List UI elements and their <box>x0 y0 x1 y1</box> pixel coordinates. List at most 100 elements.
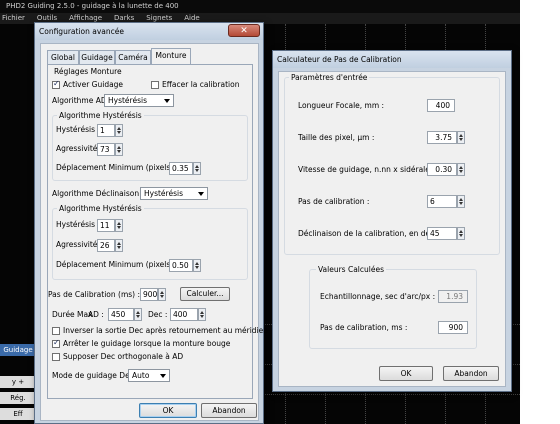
calibration-steps-label: Pas de calibration : <box>298 197 370 206</box>
max-duration-ra-stepper[interactable] <box>134 308 142 321</box>
app-left-controls: Guidage y + Rég. Eff <box>0 340 36 424</box>
dec-hysteresis-stepper[interactable] <box>115 219 123 232</box>
chevron-down-icon <box>160 374 166 378</box>
max-duration-dec-input[interactable]: 400 <box>170 308 198 321</box>
calibration-step-label: Pas de Calibration (ms) : <box>48 290 140 299</box>
dec-min-move-stepper[interactable] <box>193 259 201 272</box>
max-duration-label: Durée Max <box>52 310 93 319</box>
guide-label: Guidage <box>0 344 36 356</box>
computed-values-group: Valeurs Calculées Echantillonnage, sec d… <box>309 265 477 349</box>
ra-hysteresis-stepper[interactable] <box>115 124 123 137</box>
ra-aggressiveness-input[interactable]: 73 <box>97 143 115 156</box>
mount-settings-heading: Réglages Monture <box>54 67 122 76</box>
ra-algorithm-value: Hystérésis <box>108 96 147 105</box>
calibration-dec-input[interactable]: 45 <box>427 227 457 240</box>
tab-monture[interactable]: Monture <box>151 48 191 64</box>
dec-min-move-input[interactable]: 0.50 <box>169 259 193 272</box>
ra-group-title: Algorithme Hystérésis <box>57 111 144 120</box>
settings-button[interactable]: Rég. <box>0 392 36 404</box>
input-parameters-title: Paramètres d'entrée <box>289 73 370 82</box>
enable-guiding-label: Activer Guidage <box>63 80 124 89</box>
app-title-bar: PHD2 Guiding 2.5.0 - guidage à la lunett… <box>0 0 520 13</box>
dec-aggressiveness-input[interactable]: 26 <box>97 239 115 252</box>
dec-hysteresis-label: Hystérésis : <box>56 220 100 229</box>
ra-aggressiveness-stepper[interactable] <box>115 143 123 156</box>
dec-group-title: Algorithme Hystérésis <box>57 204 144 213</box>
pixel-size-stepper[interactable] <box>457 131 465 144</box>
calibration-step-stepper[interactable] <box>158 288 166 301</box>
y-plus-button[interactable]: y + <box>0 376 36 388</box>
config-tab-bar: Global Guidage Caméra Monture <box>47 48 253 64</box>
tab-camera[interactable]: Caméra <box>115 50 151 64</box>
ra-aggressiveness-label: Agressivité : <box>56 144 103 153</box>
max-duration-ra-input[interactable]: 450 <box>108 308 134 321</box>
calibration-calculator-dialog: Calculateur de Pas de Calibration Paramè… <box>272 50 512 392</box>
calc-client-area: Paramètres d'entrée Longueur Focale, mm … <box>278 71 506 387</box>
pixel-size-input[interactable]: 3.75 <box>427 131 457 144</box>
sampling-value: 1.93 <box>438 290 468 303</box>
calc-cancel-button[interactable]: Abandon <box>443 366 499 381</box>
monture-panel: Réglages Monture Activer Guidage Effacer… <box>47 64 268 399</box>
calibration-steps-input[interactable]: 6 <box>427 195 457 208</box>
sampling-label: Echantillonnage, sec d'arc/px : <box>320 292 436 301</box>
pixel-size-label: Taille des pixel, µm : <box>298 133 375 142</box>
clear-button[interactable]: Eff <box>0 408 36 420</box>
config-client-area: Global Guidage Caméra Monture Réglages M… <box>40 43 268 421</box>
config-title-bar: Configuration avancée ✕ <box>35 23 263 40</box>
focal-length-input[interactable]: 400 <box>427 99 455 112</box>
dec-algorithm-value: Hystérésis <box>144 189 183 198</box>
ra-min-move-stepper[interactable] <box>193 162 201 175</box>
calibration-step-input[interactable]: 900 <box>140 288 158 301</box>
dec-aggressiveness-label: Agressivité : <box>56 240 103 249</box>
ra-algorithm-label: Algorithme AD : <box>52 96 112 105</box>
chevron-down-icon <box>164 99 170 103</box>
assume-orthogonal-checkbox[interactable] <box>52 353 60 361</box>
invert-dec-checkbox[interactable] <box>52 327 60 335</box>
dec-mode-label: Mode de guidage Dec : <box>52 371 139 380</box>
step-ms-value: 900 <box>438 321 468 334</box>
config-title: Configuration avancée <box>39 27 124 36</box>
dec-algorithm-label: Algorithme Déclinaison : <box>52 189 145 198</box>
chevron-down-icon <box>198 192 204 196</box>
ra-hysteresis-input[interactable]: 1 <box>97 124 115 137</box>
dec-hysteresis-group: Algorithme Hystérésis Hystérésis : 11 Ag… <box>52 204 248 280</box>
computed-values-title: Valeurs Calculées <box>316 265 386 274</box>
calc-title-bar: Calculateur de Pas de Calibration <box>273 51 511 68</box>
step-ms-label: Pas de calibration, ms : <box>320 323 408 332</box>
max-duration-dec-stepper[interactable] <box>198 308 206 321</box>
dec-mode-select[interactable]: Auto <box>128 369 170 382</box>
ra-hysteresis-label: Hystérésis : <box>56 125 100 134</box>
advanced-config-dialog: Configuration avancée ✕ Global Guidage C… <box>34 22 268 424</box>
assume-orthogonal-label: Supposer Dec orthogonale à AD <box>63 352 184 361</box>
clear-calibration-label: Effacer la calibration <box>162 80 240 89</box>
dec-algorithm-select[interactable]: Hystérésis <box>140 187 208 200</box>
input-parameters-group: Paramètres d'entrée Longueur Focale, mm … <box>284 73 500 255</box>
calculate-button[interactable]: Calculer... <box>180 287 230 301</box>
invert-dec-label: Inverser la sortie Dec après retournemen… <box>63 326 269 335</box>
dec-mode-value: Auto <box>132 371 150 380</box>
tab-global[interactable]: Global <box>47 50 79 64</box>
clear-calibration-checkbox[interactable] <box>151 81 159 89</box>
dec-aggressiveness-stepper[interactable] <box>115 239 123 252</box>
close-icon[interactable]: ✕ <box>228 24 260 37</box>
ra-algorithm-select[interactable]: Hystérésis <box>104 94 174 107</box>
tab-guidage[interactable]: Guidage <box>79 50 115 64</box>
guide-speed-stepper[interactable] <box>457 163 465 176</box>
calc-ok-button[interactable]: OK <box>379 366 433 381</box>
dec-min-move-label: Déplacement Minimum (pixels) : <box>56 260 179 269</box>
menu-fichier[interactable]: Fichier <box>2 13 25 24</box>
ra-min-move-input[interactable]: 0.35 <box>169 162 193 175</box>
guide-speed-input[interactable]: 0.30 <box>427 163 457 176</box>
ra-hysteresis-group: Algorithme Hystérésis Hystérésis : 1 Agr… <box>52 111 248 181</box>
stop-guiding-checkbox[interactable] <box>52 338 60 348</box>
focal-length-label: Longueur Focale, mm : <box>298 101 385 110</box>
config-cancel-button[interactable]: Abandon <box>201 403 257 418</box>
enable-guiding-checkbox[interactable] <box>52 79 60 89</box>
app-title: PHD2 Guiding 2.5.0 - guidage à la lunett… <box>6 2 179 10</box>
calibration-dec-stepper[interactable] <box>457 227 465 240</box>
calibration-steps-stepper[interactable] <box>457 195 465 208</box>
dec-hysteresis-input[interactable]: 11 <box>97 219 115 232</box>
config-ok-button[interactable]: OK <box>139 403 197 418</box>
max-duration-dec-label: Dec : <box>148 310 168 319</box>
stop-guiding-label: Arrêter le guidage lorsque la monture bo… <box>63 339 231 348</box>
